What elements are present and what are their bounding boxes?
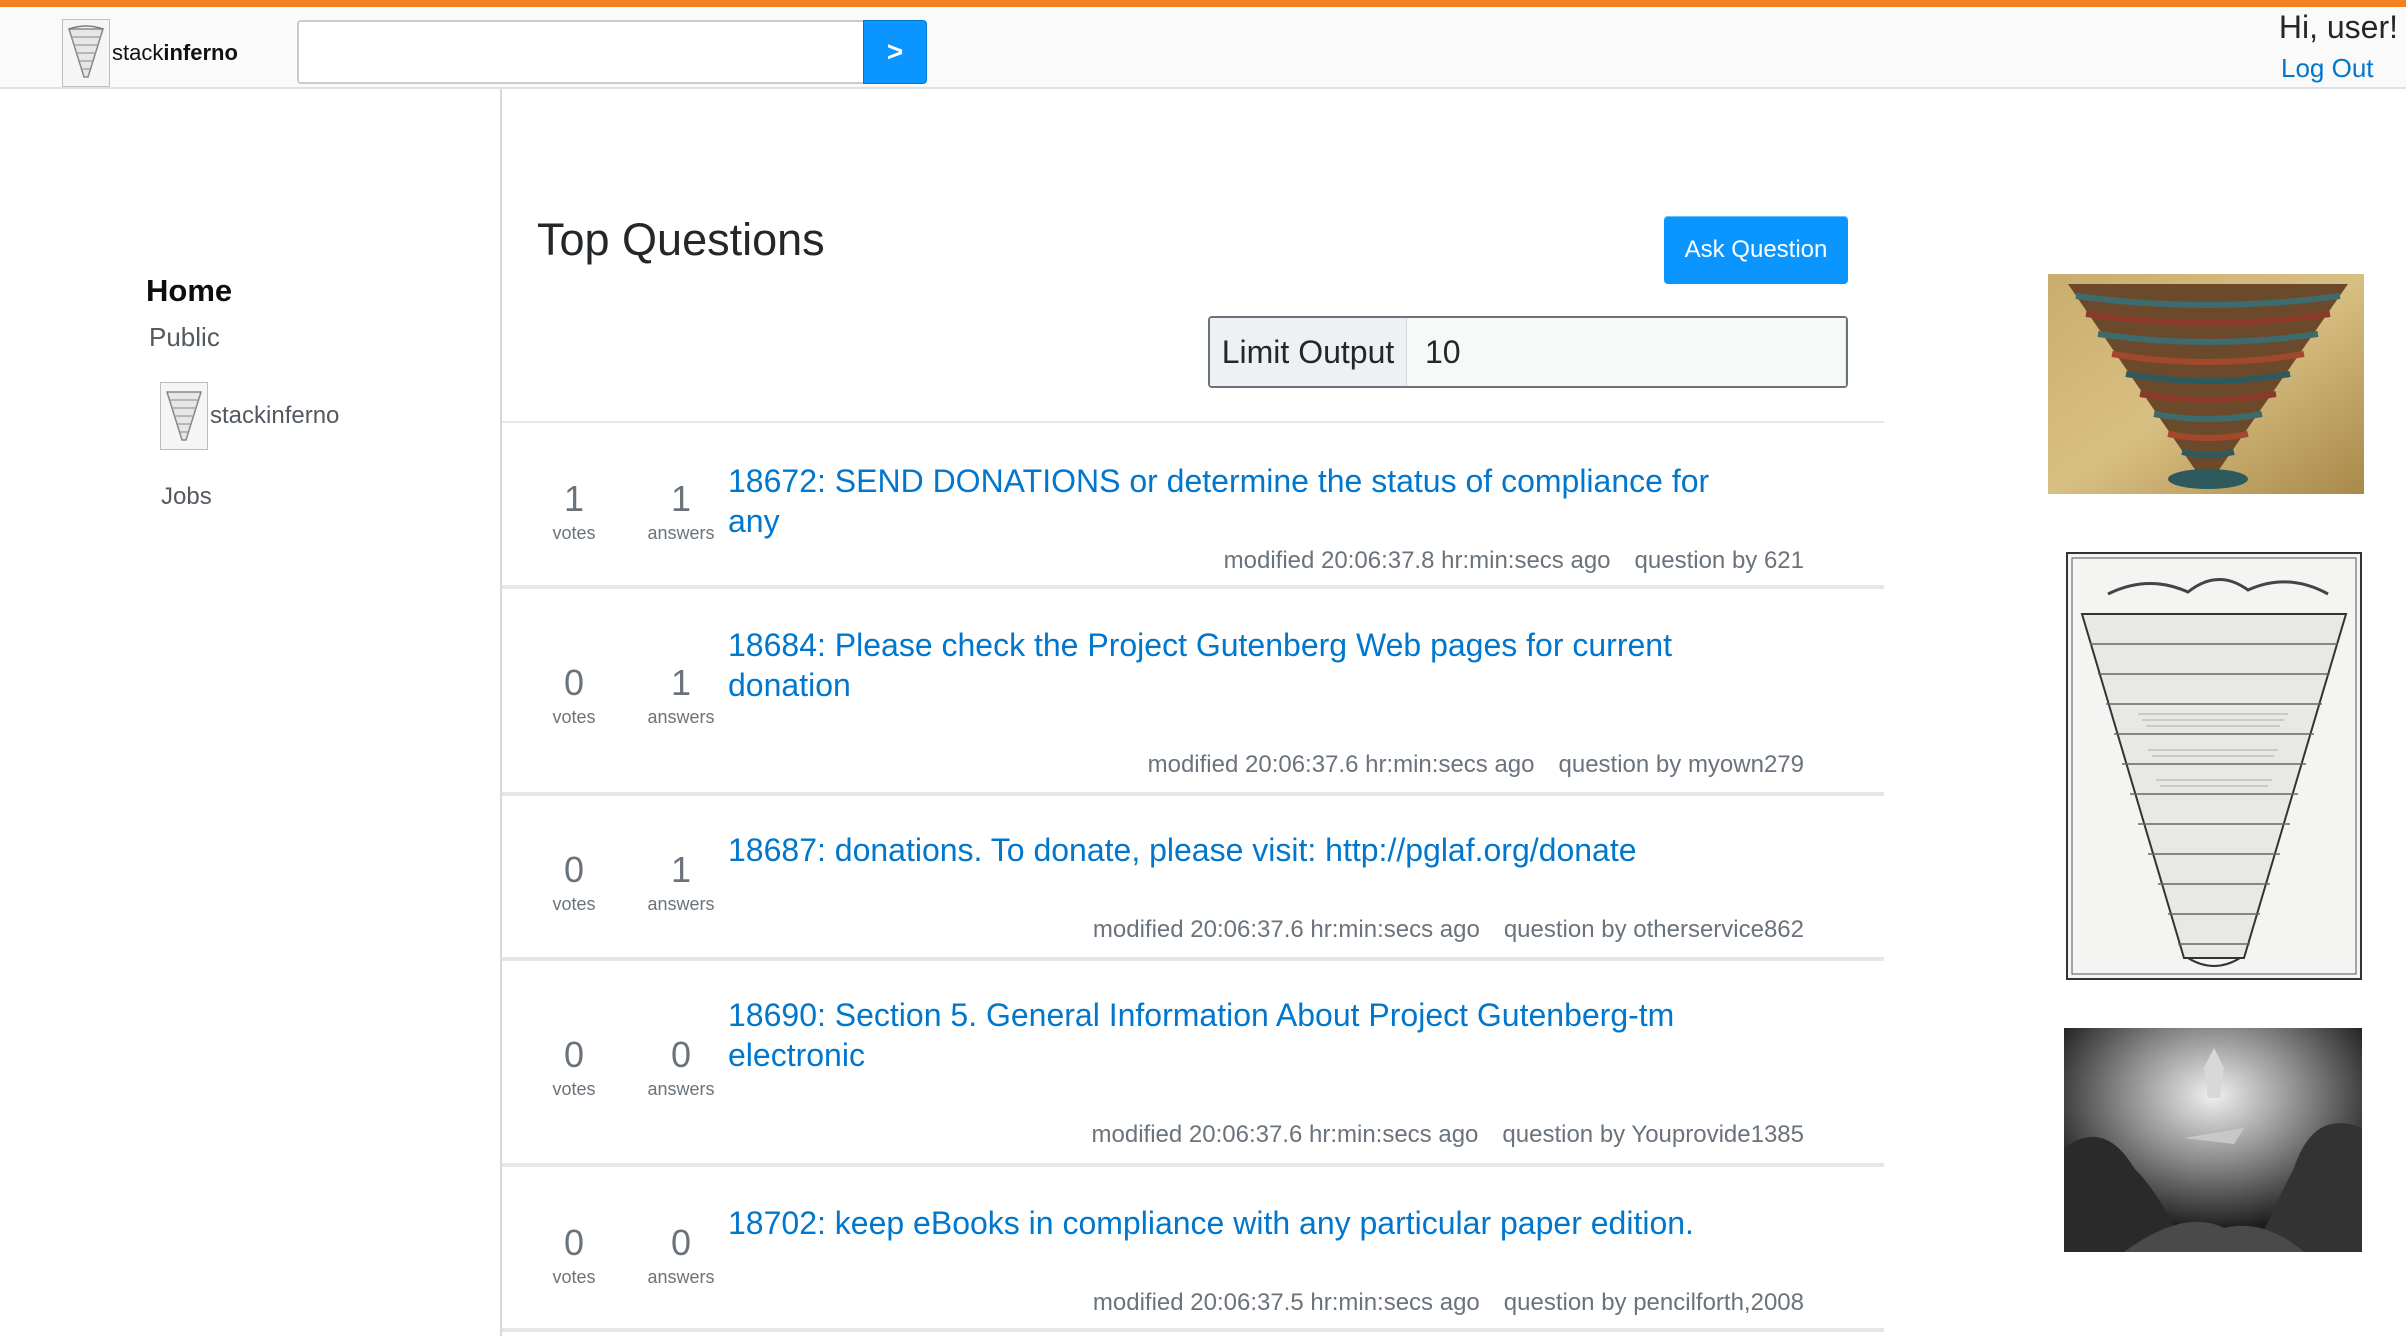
limit-output-group: Limit Output	[1208, 316, 1848, 388]
modified-time: modified 20:06:37.5 hr:min:secs ago	[1092, 1289, 1480, 1316]
logo-text: stackinferno	[112, 40, 238, 65]
answer-count: 1 answers	[647, 478, 715, 544]
inferno-diagram-engraving	[2066, 552, 2362, 980]
question-title-link[interactable]: 18702: keep eBooks in compliance with an…	[728, 1203, 1738, 1243]
vote-count: 0 votes	[552, 1034, 596, 1100]
answer-count: 1 answers	[647, 662, 715, 728]
left-sidebar: Home Public stackinferno Jobs	[0, 89, 502, 1336]
logout-link[interactable]: Log Out	[2281, 53, 2374, 84]
page-title: Top Questions	[537, 214, 825, 265]
nav-home[interactable]: Home	[146, 273, 232, 309]
question-title-link[interactable]: 18684: Please check the Project Gutenber…	[728, 625, 1688, 705]
search-input[interactable]	[297, 20, 865, 84]
question-author[interactable]: question by 621	[1635, 547, 1804, 574]
question-item: 0 votes 0 answers 18702: keep eBooks in co…	[502, 1167, 1884, 1332]
question-item: 0 votes 1 answers 18684: Please check the …	[502, 589, 1884, 796]
user-greeting: Hi, user!	[2278, 9, 2398, 45]
inferno-logo-icon	[62, 19, 110, 87]
answer-count: 1 answers	[647, 849, 715, 915]
vote-count: 0 votes	[552, 1222, 596, 1288]
question-title-link[interactable]: 18672: SEND DONATIONS or determine the s…	[728, 461, 1738, 541]
question-meta: modified 20:06:37.6 hr:min:secs ago quest…	[1148, 751, 1804, 779]
question-meta: modified 20:06:37.8 hr:min:secs ago quest…	[1224, 547, 1804, 575]
question-meta: modified 20:06:37.6 hr:min:secs ago quest…	[1093, 916, 1804, 944]
modified-time: modified 20:06:37.8 hr:min:secs ago	[1223, 547, 1611, 574]
inferno-logo-icon	[160, 382, 208, 450]
question-title-link[interactable]: 18687: donations. To donate, please visi…	[728, 830, 1738, 870]
limit-output-input[interactable]	[1407, 318, 1846, 386]
vote-count: 0 votes	[552, 849, 596, 915]
modified-time: modified 20:06:37.6 hr:min:secs ago	[1092, 916, 1480, 943]
modified-time: modified 20:06:37.6 hr:min:secs ago	[1091, 1121, 1479, 1148]
inferno-map-painting	[2048, 274, 2364, 494]
nav-jobs[interactable]: Jobs	[161, 483, 212, 511]
question-item: 0 votes 1 answers 18687: donations. To don…	[502, 796, 1884, 961]
question-author[interactable]: question by pencilforth,2008	[1504, 1289, 1804, 1316]
question-item: 0 votes 0 answers 18690: Section 5. Genera…	[502, 961, 1884, 1167]
nav-public-heading: Public	[149, 322, 220, 352]
question-author[interactable]: question by myown279	[1559, 751, 1804, 778]
nav-stackinferno-label: stackinferno	[210, 402, 340, 429]
modified-time: modified 20:06:37.6 hr:min:secs ago	[1147, 751, 1535, 778]
question-author[interactable]: question by otherservice862	[1504, 916, 1804, 943]
vote-count: 1 votes	[552, 478, 596, 544]
answer-count: 0 answers	[647, 1222, 715, 1288]
question-meta: modified 20:06:37.6 hr:min:secs ago quest…	[1092, 1121, 1805, 1149]
nav-stackinferno[interactable]: stackinferno	[160, 382, 339, 450]
vote-count: 0 votes	[552, 662, 596, 728]
dore-engraving	[2064, 1028, 2362, 1252]
top-bar: stackinferno > Hi, user! Log Out	[0, 0, 2406, 89]
search-button[interactable]: >	[863, 20, 927, 84]
question-author[interactable]: question by Youprovide1385	[1502, 1121, 1804, 1148]
question-item: 1 votes 1 answers 18672: SEND DONATIONS or…	[502, 423, 1884, 589]
question-list: 1 votes 1 answers 18672: SEND DONATIONS or…	[502, 421, 1884, 1332]
answer-count: 0 answers	[647, 1034, 715, 1100]
question-meta: modified 20:06:37.5 hr:min:secs ago quest…	[1093, 1289, 1804, 1317]
limit-output-label: Limit Output	[1210, 318, 1407, 386]
site-logo[interactable]: stackinferno	[62, 19, 238, 87]
question-title-link[interactable]: 18690: Section 5. General Information Ab…	[728, 995, 1688, 1075]
ask-question-button[interactable]: Ask Question	[1664, 216, 1848, 284]
